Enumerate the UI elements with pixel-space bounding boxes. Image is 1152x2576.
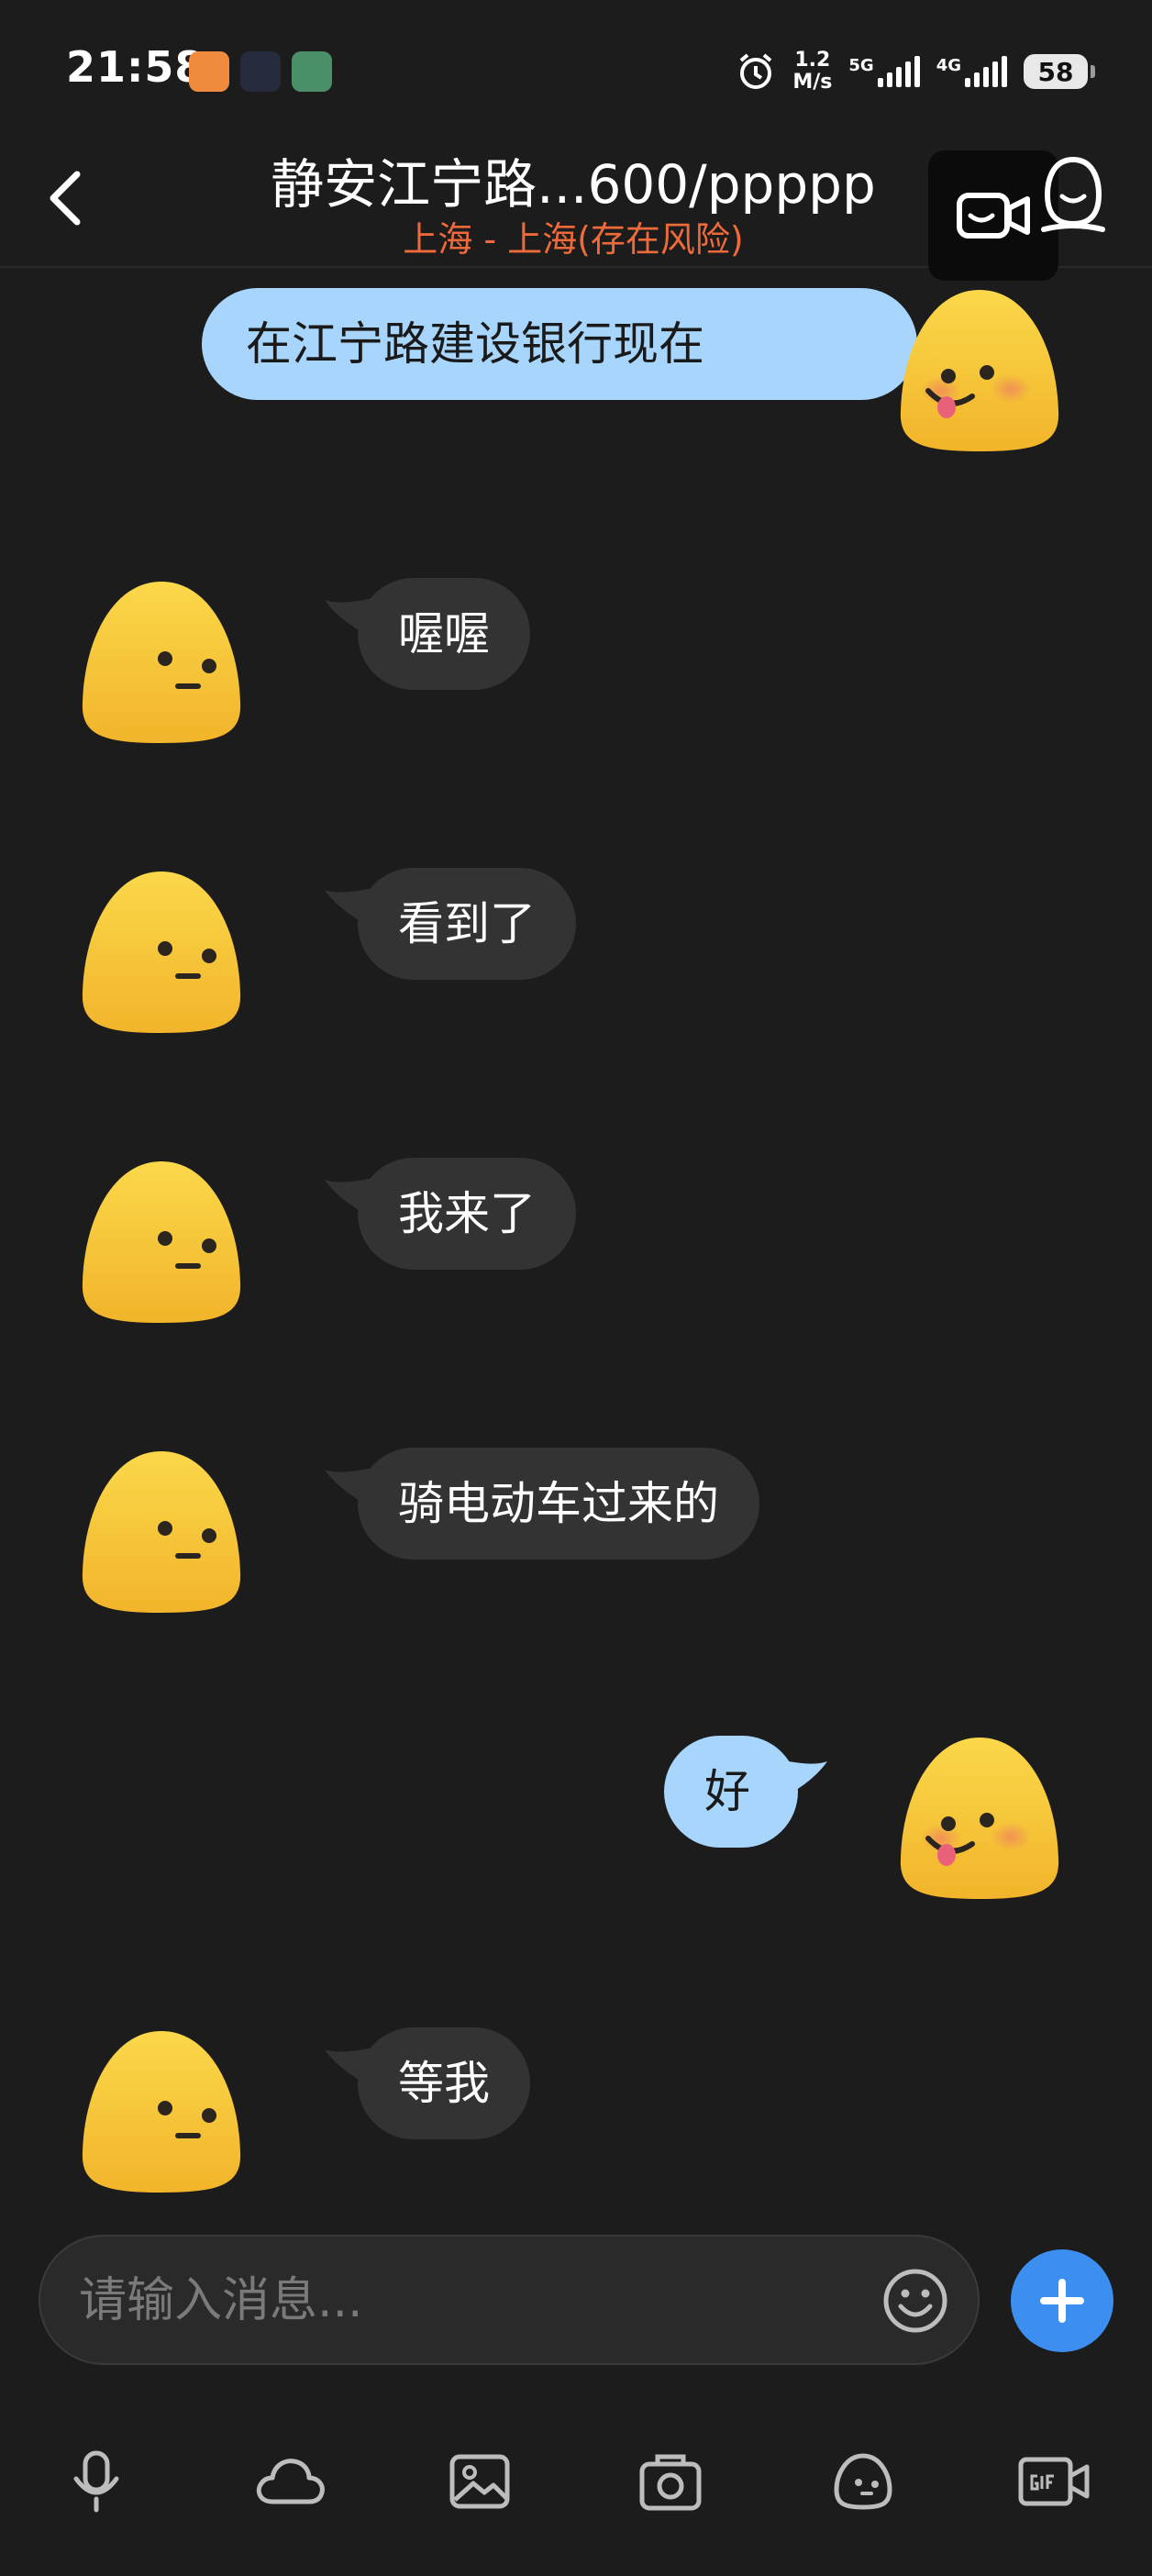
plus-icon (1040, 2279, 1084, 2323)
bubble-tail-outgoing (780, 1760, 827, 1794)
gif-icon (1018, 2457, 1090, 2506)
message-text: 在江宁路建设银行现在 (246, 317, 704, 371)
status-time: 21:58 (66, 42, 205, 92)
back-button[interactable] (37, 161, 101, 235)
signal-4g: 4G (936, 56, 1007, 87)
chat-toolbar (0, 2431, 1152, 2532)
status-bar: 21:58 1.2 M/s 5G 4G 58 (0, 0, 1152, 138)
smiley-icon (883, 2269, 947, 2333)
network-speed-unit: M/s (792, 71, 833, 94)
sticker-button[interactable] (822, 2440, 904, 2523)
profile-button[interactable] (1036, 152, 1110, 235)
message-bubble-incoming[interactable]: 我来了 (358, 1158, 576, 1270)
video-camera-icon (957, 193, 1030, 239)
contact-avatar[interactable] (70, 574, 253, 749)
message-bubble-incoming[interactable]: 等我 (358, 2027, 530, 2139)
network-speed-value: 1.2 (794, 49, 831, 72)
network-speed: 1.2 M/s (792, 50, 832, 94)
contact-avatar[interactable] (70, 864, 253, 1038)
signal-5g-label: 5G (848, 56, 874, 75)
contact-avatar[interactable] (70, 1444, 253, 1618)
my-avatar[interactable] (888, 283, 1071, 457)
message-bubble-incoming[interactable]: 看到了 (358, 868, 576, 980)
message-text: 看到了 (398, 897, 536, 950)
image-button[interactable] (438, 2440, 521, 2523)
bubble-tail-outgoing (780, 312, 827, 347)
alarm-icon (740, 53, 772, 89)
chat-subtitle-location: 上海 - 上海(存在风险) (403, 219, 744, 260)
message-bubble-outgoing[interactable]: 好 (664, 1736, 798, 1848)
message-text: 我来了 (398, 1187, 536, 1240)
emoji-button[interactable] (881, 2266, 950, 2336)
signal-bars-icon (877, 56, 920, 87)
camera-button[interactable] (629, 2440, 712, 2523)
signal-5g: 5G (848, 56, 920, 87)
chat-header: 静安江宁路...600/ppppp 上海 - 上海(存在风险) (0, 138, 1152, 281)
notification-app-icon (240, 51, 281, 92)
cloud-button[interactable] (248, 2440, 330, 2523)
signal-4g-label: 4G (936, 56, 961, 75)
image-icon (449, 2454, 510, 2509)
sticker-blob-icon (834, 2453, 892, 2510)
contact-avatar[interactable] (70, 1154, 253, 1328)
cloud-icon (256, 2459, 325, 2504)
message-text: 等我 (398, 2057, 490, 2110)
notification-app-icon (189, 51, 229, 92)
chevron-left-icon (50, 171, 81, 226)
camera-icon (639, 2454, 702, 2511)
signal-bars-icon (965, 56, 1007, 87)
message-bubble-incoming[interactable]: 骑电动车过来的 (358, 1448, 759, 1560)
message-text: 喔喔 (398, 607, 490, 661)
chat-title: 静安江宁路...600/ppppp (271, 153, 876, 216)
voice-button[interactable] (55, 2440, 138, 2523)
microphone-icon (73, 2450, 119, 2513)
more-actions-button[interactable] (1011, 2249, 1113, 2352)
message-text: 骑电动车过来的 (398, 1477, 719, 1530)
battery-indicator: 58 (1024, 54, 1095, 89)
message-bubble-incoming[interactable]: 喔喔 (358, 578, 530, 690)
gif-button[interactable] (1013, 2440, 1095, 2523)
user-blob-icon (1041, 156, 1105, 232)
my-avatar[interactable] (888, 1730, 1071, 1904)
contact-avatar[interactable] (70, 2024, 253, 2198)
message-input-container (39, 2235, 980, 2365)
message-text: 好 (704, 1765, 750, 1818)
message-input[interactable] (77, 2237, 888, 2365)
notification-app-icon (292, 51, 332, 92)
